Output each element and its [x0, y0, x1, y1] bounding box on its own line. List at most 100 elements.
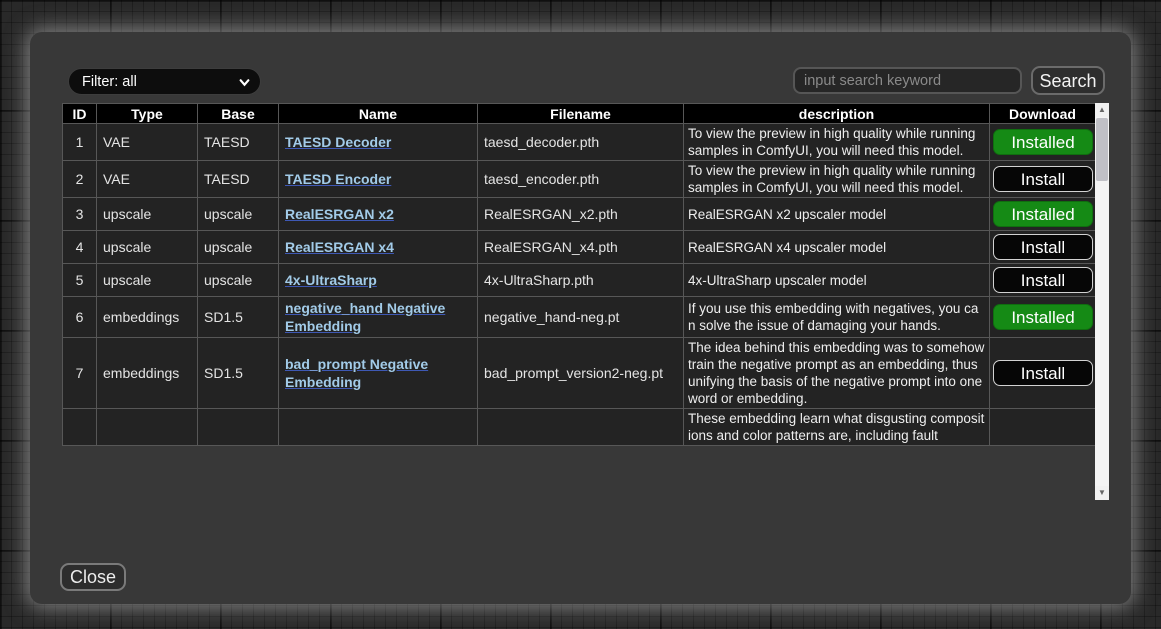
model-link[interactable]: negative_hand Negative Embedding: [285, 300, 445, 334]
cell-description: These embedding learn what disgusting co…: [684, 409, 990, 446]
search-input[interactable]: [793, 67, 1022, 94]
cell-id: 7: [63, 338, 97, 409]
cell-base: [198, 409, 279, 446]
filter-dropdown-wrap: Filter: all: [68, 68, 261, 95]
cell-type: upscale: [97, 264, 198, 297]
cell-filename: taesd_decoder.pth: [478, 124, 684, 161]
cell-name: TAESD Encoder: [279, 161, 478, 198]
cell-type: VAE: [97, 124, 198, 161]
table-scrollbar[interactable]: ▲ ▼: [1095, 103, 1109, 500]
cell-download: Install: [990, 231, 1096, 264]
scroll-down-icon[interactable]: ▼: [1095, 486, 1109, 500]
installed-button[interactable]: Installed: [993, 129, 1093, 155]
table-row: 1VAETAESD TAESD Decoder taesd_decoder.pthT…: [63, 124, 1096, 161]
comfyui-canvas: { "dialog": { "filter": { "selected": "F…: [0, 0, 1161, 629]
cell-description: RealESRGAN x4 upscaler model: [684, 231, 990, 264]
install-button[interactable]: Install: [993, 267, 1093, 293]
install-button[interactable]: Install: [993, 360, 1093, 386]
column-header-base: Base: [198, 104, 279, 124]
install-button[interactable]: Install: [993, 234, 1093, 260]
cell-filename: 4x-UltraSharp.pth: [478, 264, 684, 297]
cell-type: [97, 409, 198, 446]
cell-name: [279, 409, 478, 446]
models-table-zone: IDTypeBaseNameFilenamedescriptionDownloa…: [62, 103, 1109, 500]
cell-id: 4: [63, 231, 97, 264]
cell-id: 3: [63, 198, 97, 231]
cell-download: Install: [990, 264, 1096, 297]
cell-download: Installed: [990, 297, 1096, 338]
cell-id: 6: [63, 297, 97, 338]
column-header-type: Type: [97, 104, 198, 124]
model-link[interactable]: 4x-UltraSharp: [285, 272, 377, 288]
cell-download: [990, 409, 1096, 446]
table-row: 2VAETAESD TAESD Encoder taesd_encoder.pthT…: [63, 161, 1096, 198]
scrollbar-thumb[interactable]: [1096, 118, 1108, 181]
table-row: 6embeddingsSD1.5negative_hand Negative E…: [63, 297, 1096, 338]
cell-filename: [478, 409, 684, 446]
installed-button[interactable]: Installed: [993, 304, 1093, 330]
cell-base: upscale: [198, 264, 279, 297]
cell-description: To view the preview in high quality whil…: [684, 124, 990, 161]
cell-filename: taesd_encoder.pth: [478, 161, 684, 198]
cell-id: 1: [63, 124, 97, 161]
table-row: 7embeddingsSD1.5bad_prompt Negative Embe…: [63, 338, 1096, 409]
table-row: 4upscaleupscaleRealESRGAN x4RealESRGAN_x…: [63, 231, 1096, 264]
cell-name: RealESRGAN x4: [279, 231, 478, 264]
models-table: IDTypeBaseNameFilenamedescriptionDownloa…: [62, 103, 1095, 446]
cell-name: 4x-UltraSharp: [279, 264, 478, 297]
cell-type: embeddings: [97, 338, 198, 409]
model-link[interactable]: TAESD Encoder: [285, 171, 391, 187]
filter-select[interactable]: Filter: all: [68, 68, 261, 95]
cell-description: The idea behind this embedding was to so…: [684, 338, 990, 409]
column-header-download: Download: [990, 104, 1096, 124]
cell-id: 5: [63, 264, 97, 297]
column-header-name: Name: [279, 104, 478, 124]
cell-filename: negative_hand-neg.pt: [478, 297, 684, 338]
cell-filename: bad_prompt_version2-neg.pt: [478, 338, 684, 409]
table-header-row: IDTypeBaseNameFilenamedescriptionDownloa…: [63, 104, 1096, 124]
model-link[interactable]: TAESD Decoder: [285, 134, 391, 150]
cell-download: Install: [990, 161, 1096, 198]
cell-filename: RealESRGAN_x2.pth: [478, 198, 684, 231]
column-header-filename: Filename: [478, 104, 684, 124]
cell-download: Install: [990, 338, 1096, 409]
cell-name: bad_prompt Negative Embedding: [279, 338, 478, 409]
column-header-id: ID: [63, 104, 97, 124]
install-models-dialog: Filter: all Search IDTypeBaseNameFilenam…: [30, 32, 1131, 604]
model-link[interactable]: bad_prompt Negative Embedding: [285, 356, 428, 390]
models-table-clip: IDTypeBaseNameFilenamedescriptionDownloa…: [62, 103, 1095, 500]
cell-base: SD1.5: [198, 297, 279, 338]
cell-description: 4x-UltraSharp upscaler model: [684, 264, 990, 297]
model-link[interactable]: RealESRGAN x4: [285, 239, 394, 255]
cell-base: SD1.5: [198, 338, 279, 409]
search-button[interactable]: Search: [1031, 66, 1105, 95]
table-row: 3upscaleupscaleRealESRGAN x2RealESRGAN_x…: [63, 198, 1096, 231]
cell-name: TAESD Decoder: [279, 124, 478, 161]
cell-type: upscale: [97, 231, 198, 264]
cell-description: To view the preview in high quality whil…: [684, 161, 990, 198]
cell-base: upscale: [198, 198, 279, 231]
cell-download: Installed: [990, 198, 1096, 231]
model-link[interactable]: RealESRGAN x2: [285, 206, 394, 222]
cell-type: upscale: [97, 198, 198, 231]
close-button[interactable]: Close: [60, 563, 126, 591]
column-header-description: description: [684, 104, 990, 124]
cell-description: RealESRGAN x2 upscaler model: [684, 198, 990, 231]
cell-type: VAE: [97, 161, 198, 198]
scroll-up-icon[interactable]: ▲: [1095, 103, 1109, 117]
cell-id: [63, 409, 97, 446]
cell-download: Installed: [990, 124, 1096, 161]
table-row: These embedding learn what disgusting co…: [63, 409, 1096, 446]
cell-base: TAESD: [198, 161, 279, 198]
cell-description: If you use this embedding with negatives…: [684, 297, 990, 338]
cell-name: RealESRGAN x2: [279, 198, 478, 231]
cell-base: upscale: [198, 231, 279, 264]
installed-button[interactable]: Installed: [993, 201, 1093, 227]
cell-type: embeddings: [97, 297, 198, 338]
cell-name: negative_hand Negative Embedding: [279, 297, 478, 338]
table-row: 5upscaleupscale4x-UltraSharp4x-UltraShar…: [63, 264, 1096, 297]
cell-id: 2: [63, 161, 97, 198]
cell-filename: RealESRGAN_x4.pth: [478, 231, 684, 264]
cell-base: TAESD: [198, 124, 279, 161]
install-button[interactable]: Install: [993, 166, 1093, 192]
